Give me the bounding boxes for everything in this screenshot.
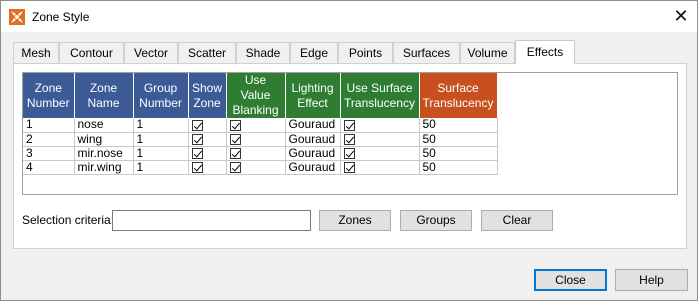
- checkmark-icon[interactable]: [343, 161, 355, 173]
- lighting-effect-cell[interactable]: Gouraud: [285, 146, 341, 161]
- tab-mesh[interactable]: Mesh: [13, 42, 59, 63]
- group-number-cell[interactable]: 1: [133, 132, 189, 147]
- checkmark-icon[interactable]: [343, 119, 355, 131]
- checkmark-icon[interactable]: [229, 161, 241, 173]
- column-header-show-zone[interactable]: Show Zone: [188, 73, 227, 118]
- tab-surfaces[interactable]: Surfaces: [393, 42, 460, 63]
- zone-name-cell[interactable]: wing: [74, 132, 134, 147]
- surface-translucency-cell[interactable]: 50: [419, 118, 498, 133]
- close-button[interactable]: Close: [534, 269, 607, 291]
- table-row[interactable]: 2 wing 1 Gouraud 50: [23, 132, 498, 147]
- tab-edge[interactable]: Edge: [290, 42, 338, 63]
- table-header-row: Zone Number Zone Name Group Number Show Zone…: [23, 73, 498, 118]
- use-surface-translucency-cell[interactable]: [340, 160, 420, 175]
- zone-name-cell[interactable]: mir.wing: [74, 160, 134, 175]
- checkmark-icon[interactable]: [229, 119, 241, 131]
- show-zone-cell[interactable]: [188, 132, 227, 147]
- clear-button[interactable]: Clear: [481, 210, 553, 231]
- lighting-effect-cell[interactable]: Gouraud: [285, 118, 341, 133]
- zones-button[interactable]: Zones: [319, 210, 391, 231]
- help-button[interactable]: Help: [615, 269, 688, 291]
- zone-name-cell[interactable]: nose: [74, 118, 134, 133]
- checkmark-icon[interactable]: [229, 147, 241, 159]
- table-row[interactable]: 3 mir.nose 1 Gouraud 50: [23, 146, 498, 161]
- use-surface-translucency-cell[interactable]: [340, 118, 420, 133]
- zone-grid: Zone Number Zone Name Group Number Show Zone…: [22, 72, 678, 195]
- effects-panel: Zone Number Zone Name Group Number Show Zone…: [13, 63, 687, 249]
- selection-criteria-input[interactable]: [112, 210, 311, 231]
- checkmark-icon[interactable]: [191, 119, 203, 131]
- show-zone-cell[interactable]: [188, 160, 227, 175]
- selection-criteria-label: Selection criteria:: [22, 213, 115, 227]
- use-value-blanking-cell[interactable]: [226, 118, 286, 133]
- zone-table: Zone Number Zone Name Group Number Show Zone…: [23, 73, 498, 175]
- window-title: Zone Style: [32, 10, 90, 24]
- group-number-cell[interactable]: 1: [133, 118, 189, 133]
- zone-number-cell[interactable]: 1: [23, 118, 75, 133]
- zone-style-app-icon: [9, 9, 25, 25]
- column-header-group-number[interactable]: Group Number: [133, 73, 189, 118]
- tab-volume[interactable]: Volume: [460, 42, 515, 63]
- checkmark-icon[interactable]: [229, 133, 241, 145]
- close-icon[interactable]: ✕: [673, 7, 689, 25]
- zone-number-cell[interactable]: 3: [23, 146, 75, 161]
- lighting-effect-cell[interactable]: Gouraud: [285, 132, 341, 147]
- surface-translucency-cell[interactable]: 50: [419, 146, 498, 161]
- lighting-effect-cell[interactable]: Gouraud: [285, 160, 341, 175]
- checkmark-icon[interactable]: [343, 133, 355, 145]
- use-surface-translucency-cell[interactable]: [340, 146, 420, 161]
- title-bar: Zone Style ✕: [1, 1, 697, 32]
- table-row[interactable]: 4 mir.wing 1 Gouraud 50: [23, 160, 498, 175]
- checkmark-icon[interactable]: [191, 161, 203, 173]
- surface-translucency-cell[interactable]: 50: [419, 160, 498, 175]
- surface-translucency-cell[interactable]: 50: [419, 132, 498, 147]
- column-header-zone-number[interactable]: Zone Number: [23, 73, 75, 118]
- tab-vector[interactable]: Vector: [124, 42, 178, 63]
- tab-shade[interactable]: Shade: [236, 42, 290, 63]
- column-header-use-surface-translucency[interactable]: Use Surface Translucency: [340, 73, 420, 118]
- use-surface-translucency-cell[interactable]: [340, 132, 420, 147]
- tab-effects[interactable]: Effects: [515, 40, 575, 64]
- column-header-zone-name[interactable]: Zone Name: [74, 73, 134, 118]
- zone-number-cell[interactable]: 2: [23, 132, 75, 147]
- show-zone-cell[interactable]: [188, 118, 227, 133]
- use-value-blanking-cell[interactable]: [226, 132, 286, 147]
- column-header-lighting-effect[interactable]: Lighting Effect: [285, 73, 341, 118]
- tab-points[interactable]: Points: [338, 42, 393, 63]
- group-number-cell[interactable]: 1: [133, 160, 189, 175]
- checkmark-icon[interactable]: [343, 147, 355, 159]
- groups-button[interactable]: Groups: [400, 210, 472, 231]
- group-number-cell[interactable]: 1: [133, 146, 189, 161]
- use-value-blanking-cell[interactable]: [226, 146, 286, 161]
- zone-number-cell[interactable]: 4: [23, 160, 75, 175]
- show-zone-cell[interactable]: [188, 146, 227, 161]
- use-value-blanking-cell[interactable]: [226, 160, 286, 175]
- table-row[interactable]: 1 nose 1 Gouraud 50: [23, 118, 498, 133]
- tab-scatter[interactable]: Scatter: [178, 42, 236, 63]
- zone-name-cell[interactable]: mir.nose: [74, 146, 134, 161]
- checkmark-icon[interactable]: [191, 147, 203, 159]
- checkmark-icon[interactable]: [191, 133, 203, 145]
- column-header-surface-translucency[interactable]: Surface Translucency: [419, 73, 498, 118]
- tab-contour[interactable]: Contour: [59, 42, 124, 63]
- zone-style-dialog: Zone Style ✕ Mesh Contour Vector Scatter…: [0, 0, 698, 301]
- column-header-use-value-blanking[interactable]: Use Value Blanking: [226, 73, 286, 118]
